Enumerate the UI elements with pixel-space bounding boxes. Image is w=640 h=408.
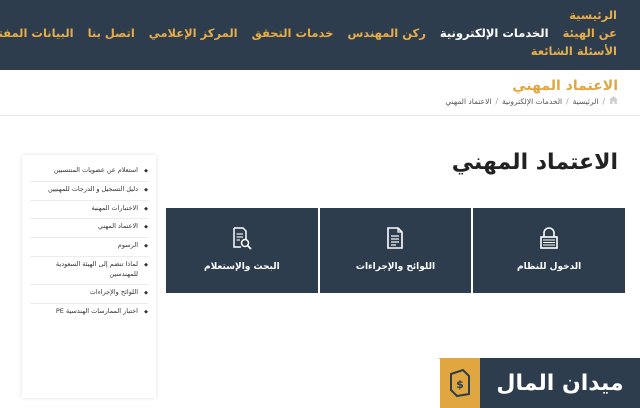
tile-login[interactable]: الدخول للنظام <box>473 208 625 293</box>
watermark-logo-icon: $ <box>440 358 480 408</box>
nav-item-verification[interactable]: خدمات التحقق <box>252 26 334 40</box>
sidebar-item-label: الاختبارات المهنية <box>91 203 138 212</box>
page-header: الاعتماد المهني / الرئيسية / الخدمات الإ… <box>0 70 640 116</box>
breadcrumb: / الرئيسية / الخدمات الإلكترونية / الاعت… <box>445 96 618 106</box>
svg-text:$: $ <box>456 378 464 391</box>
nav-item-faq[interactable]: الأسئلة الشائعة <box>531 44 617 58</box>
sidebar-item-professional-accreditation[interactable]: ◆ الاعتماد المهني <box>30 219 148 238</box>
breadcrumb-separator: / <box>495 96 499 106</box>
bullet-icon: ◆ <box>144 261 148 268</box>
nav-item-e-services[interactable]: الخدمات الإلكترونية <box>440 26 549 40</box>
top-navigation: الرئيسية عن الهيئة الخدمات الإلكترونية ر… <box>0 0 640 70</box>
lock-icon <box>538 226 560 250</box>
sidebar-item-professional-exams[interactable]: ◆ الاختبارات المهنية <box>30 201 148 220</box>
sidebar-item-label: لماذا تنضم إلى الهيئة السعودية للمهندسين <box>55 259 138 278</box>
nav-item-contact[interactable]: اتصل بنا <box>88 26 135 40</box>
nav-row: عن الهيئة الخدمات الإلكترونية ركن المهند… <box>0 26 617 40</box>
breadcrumb-separator: / <box>602 96 605 106</box>
tile-label: الدخول للنظام <box>517 262 582 272</box>
sidebar-item-regulations[interactable]: ◆ اللوائح والإجراءات <box>30 285 148 304</box>
service-tiles: الدخول للنظام اللوائح والإجراءات البحث و… <box>165 208 625 293</box>
document-icon <box>384 226 406 250</box>
bullet-icon: ◆ <box>144 186 148 193</box>
tile-regulations[interactable]: اللوائح والإجراءات <box>319 208 472 293</box>
nav-row: الرئيسية <box>569 8 617 22</box>
bullet-icon: ◆ <box>144 243 148 249</box>
tile-label: البحث والإستعلام <box>203 262 280 272</box>
tile-search[interactable]: البحث والإستعلام <box>165 208 318 293</box>
nav-item-about[interactable]: عن الهيئة <box>563 26 617 40</box>
breadcrumb-current: الاعتماد المهني <box>445 96 492 106</box>
sidebar: ◆ استعلام عن عضويات المنتسبين ◆ دليل الت… <box>22 155 156 398</box>
breadcrumb-separator: / <box>566 96 569 106</box>
nav-item-home[interactable]: الرئيسية <box>569 8 617 22</box>
watermark-text: ميدان المال <box>480 358 640 408</box>
sidebar-item-label: الرسوم <box>117 241 138 249</box>
watermark: ميدان المال $ <box>440 358 640 408</box>
breadcrumb-e-services[interactable]: الخدمات الإلكترونية <box>502 97 562 106</box>
bullet-icon: ◆ <box>144 309 148 315</box>
sidebar-item-membership-inquiry[interactable]: ◆ استعلام عن عضويات المنتسبين <box>30 163 148 182</box>
sidebar-item-label: استعلام عن عضويات المنتسبين <box>53 166 138 174</box>
sidebar-item-fees[interactable]: ◆ الرسوم <box>30 238 148 257</box>
bullet-icon: ◆ <box>144 168 148 174</box>
sidebar-item-label: اختبار الممارسات الهندسية PE <box>55 307 138 315</box>
bullet-icon: ◆ <box>144 205 148 212</box>
bullet-icon: ◆ <box>144 290 148 297</box>
sidebar-item-label: الاعتماد المهني <box>98 222 138 231</box>
home-icon[interactable] <box>609 96 618 106</box>
sidebar-item-label: اللوائح والإجراءات <box>89 288 138 297</box>
nav-item-open-data[interactable]: البيانات المفتوحة <box>0 26 74 40</box>
sidebar-item-why-join[interactable]: ◆ لماذا تنضم إلى الهيئة السعودية للمهندس… <box>30 257 148 286</box>
nav-item-media-center[interactable]: المركز الإعلامي <box>149 26 238 40</box>
sidebar-item-label: دليل التسجيل و الدرجات للمهنيين <box>48 184 138 193</box>
page-header-title: الاعتماد المهني <box>512 78 618 94</box>
bullet-icon: ◆ <box>144 224 148 231</box>
nav-item-engineer-corner[interactable]: ركن المهندس <box>347 26 425 40</box>
tile-label: اللوائح والإجراءات <box>355 262 436 272</box>
page-title: الاعتماد المهني <box>451 150 618 175</box>
sidebar-item-pe-exam[interactable]: ◆ اختبار الممارسات الهندسية PE <box>30 304 148 322</box>
sidebar-item-registration-guide[interactable]: ◆ دليل التسجيل و الدرجات للمهنيين <box>30 182 148 201</box>
breadcrumb-home[interactable]: الرئيسية <box>573 97 599 106</box>
nav-row: الأسئلة الشائعة <box>531 44 617 58</box>
search-document-icon <box>231 226 253 250</box>
